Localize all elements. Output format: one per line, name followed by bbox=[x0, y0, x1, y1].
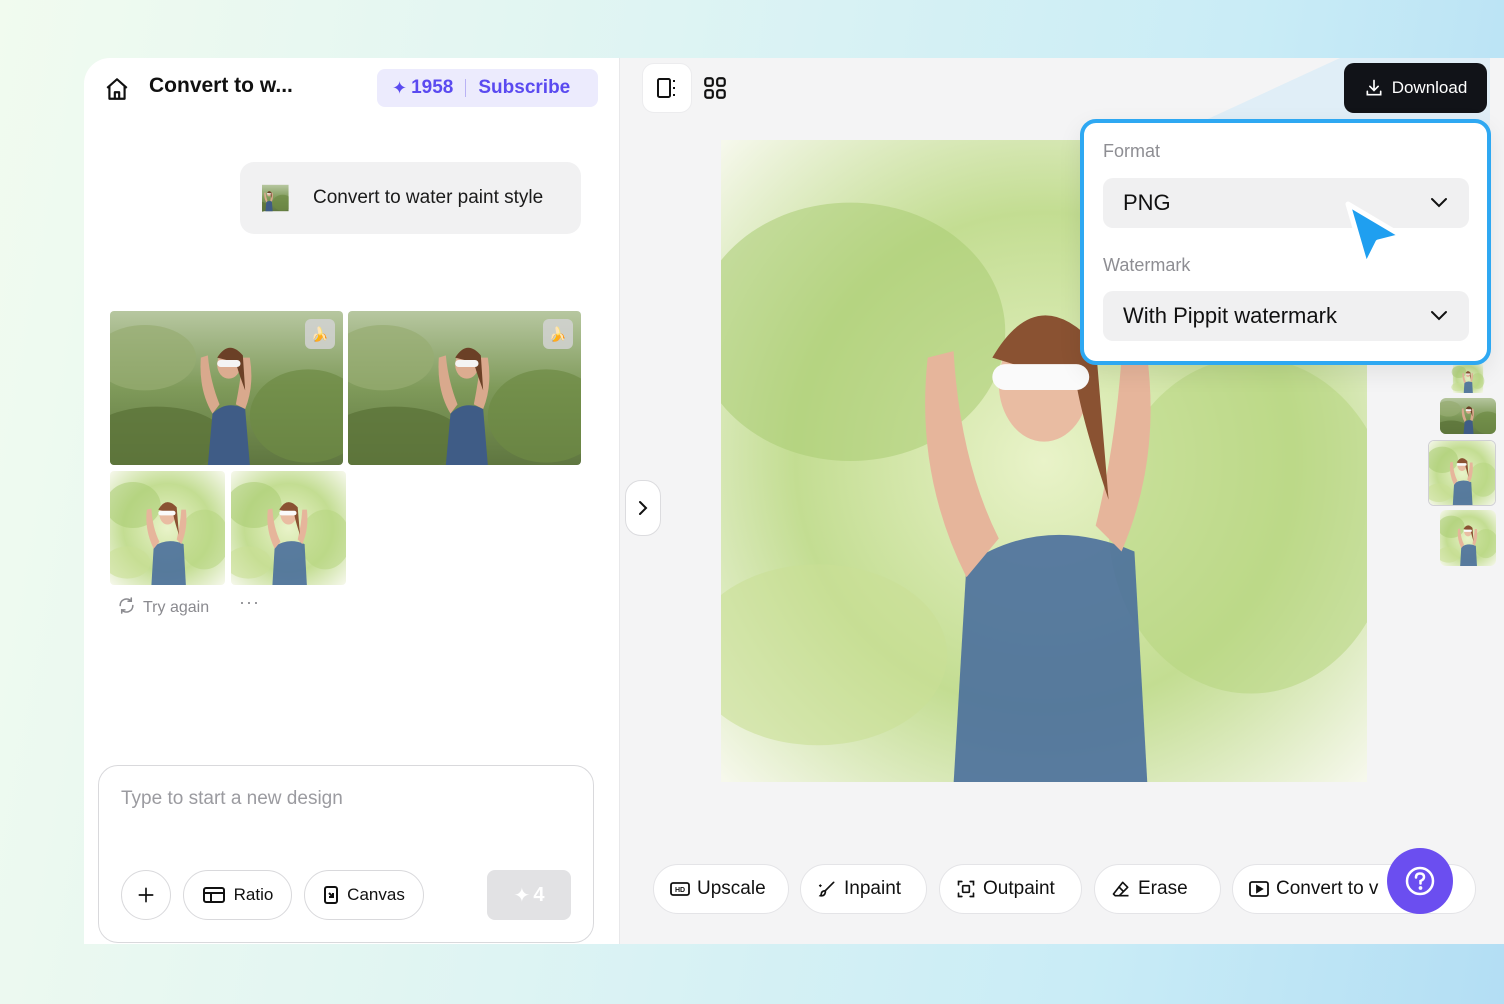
result-thumbnail-1[interactable] bbox=[110, 471, 225, 585]
help-button[interactable] bbox=[1387, 848, 1453, 914]
sparkle-icon: ✦ bbox=[392, 77, 408, 98]
prompt-text: Convert to water paint style bbox=[313, 187, 544, 208]
upscale-button[interactable]: HD Upscale bbox=[653, 864, 789, 914]
divider bbox=[465, 79, 467, 97]
source-image-2[interactable]: 🍌 bbox=[348, 311, 581, 465]
outpaint-label: Outpaint bbox=[983, 878, 1055, 899]
chevron-down-icon bbox=[1431, 311, 1447, 321]
chat-panel: Convert to w... ✦ 1958 Subscribe Convert… bbox=[84, 58, 620, 944]
canvas-label: Canvas bbox=[347, 885, 405, 904]
grid-view-icon bbox=[704, 77, 726, 99]
expand-frame-icon bbox=[956, 879, 976, 899]
banana-icon: 🍌 bbox=[305, 319, 335, 349]
canvas-icon bbox=[323, 885, 339, 905]
expand-panel-button[interactable] bbox=[625, 480, 661, 536]
watermark-value: With Pippit watermark bbox=[1123, 303, 1337, 328]
credits-subscribe-box[interactable]: ✦ 1958 Subscribe bbox=[377, 69, 598, 107]
format-value: PNG bbox=[1123, 190, 1171, 215]
eraser-icon bbox=[1111, 879, 1131, 899]
credits-count: 1958 bbox=[411, 77, 454, 98]
watermark-select[interactable]: With Pippit watermark bbox=[1103, 291, 1469, 341]
convert-to-video-label: Convert to v bbox=[1276, 878, 1379, 899]
refresh-icon bbox=[117, 596, 136, 620]
prompt-reference-image bbox=[262, 178, 302, 218]
erase-button[interactable]: Erase bbox=[1094, 864, 1221, 914]
source-image-1[interactable]: 🍌 bbox=[110, 311, 343, 465]
format-select[interactable]: PNG bbox=[1103, 178, 1469, 228]
grid-view-button[interactable] bbox=[702, 75, 728, 101]
question-icon bbox=[1405, 866, 1435, 896]
upscale-label: Upscale bbox=[697, 878, 766, 899]
erase-label: Erase bbox=[1138, 878, 1188, 899]
single-view-button[interactable] bbox=[642, 63, 692, 113]
video-icon bbox=[1249, 880, 1269, 898]
hd-icon: HD bbox=[670, 881, 690, 897]
watermark-label: Watermark bbox=[1103, 255, 1191, 275]
mouse-cursor-icon bbox=[1345, 201, 1405, 269]
new-design-input[interactable] bbox=[121, 788, 561, 810]
try-again-button[interactable]: Try again bbox=[117, 596, 209, 620]
chevron-down-icon bbox=[1431, 198, 1447, 208]
try-again-label: Try again bbox=[143, 599, 210, 616]
chevron-right-icon bbox=[639, 501, 648, 515]
composer: Ratio Canvas ✦ 4 bbox=[98, 765, 594, 943]
generate-button[interactable]: ✦ 4 bbox=[487, 870, 571, 920]
variant-thumbnail-2[interactable] bbox=[1440, 398, 1496, 434]
inpaint-button[interactable]: Inpaint bbox=[800, 864, 927, 914]
sparkle-icon: ✦ bbox=[513, 884, 531, 907]
result-thumbnail-2[interactable] bbox=[231, 471, 346, 585]
download-icon bbox=[1364, 78, 1384, 98]
brush-icon bbox=[817, 879, 837, 899]
format-label: Format bbox=[1103, 141, 1161, 161]
plus-icon bbox=[138, 887, 154, 903]
app-window: Convert to w... ✦ 1958 Subscribe Convert… bbox=[84, 58, 1504, 944]
outpaint-button[interactable]: Outpaint bbox=[939, 864, 1082, 914]
download-label: Download bbox=[1391, 78, 1468, 97]
variant-thumbnail-3-selected[interactable] bbox=[1428, 440, 1496, 506]
download-button[interactable]: Download bbox=[1344, 63, 1487, 113]
user-prompt-bubble: Convert to water paint style bbox=[240, 162, 581, 234]
generate-cost: 4 bbox=[533, 883, 545, 906]
inpaint-label: Inpaint bbox=[844, 878, 902, 899]
subscribe-button[interactable]: Subscribe bbox=[478, 77, 570, 99]
canvas-button[interactable]: Canvas bbox=[304, 870, 424, 920]
download-options-panel: Format PNG Watermark With Pippit waterma… bbox=[1080, 119, 1491, 365]
ratio-button[interactable]: Ratio bbox=[183, 870, 292, 920]
home-icon[interactable] bbox=[104, 76, 130, 102]
more-options-button[interactable]: ··· bbox=[239, 592, 260, 613]
ratio-label: Ratio bbox=[233, 885, 274, 904]
ratio-icon bbox=[202, 885, 226, 905]
banana-icon: 🍌 bbox=[543, 319, 573, 349]
add-button[interactable] bbox=[121, 870, 171, 920]
single-view-icon bbox=[657, 78, 675, 98]
page-title: Convert to w... bbox=[149, 74, 293, 97]
svg-text:HD: HD bbox=[675, 887, 685, 894]
variant-thumbnail-4[interactable] bbox=[1440, 510, 1496, 566]
variant-thumbnail-1[interactable] bbox=[1440, 363, 1496, 393]
